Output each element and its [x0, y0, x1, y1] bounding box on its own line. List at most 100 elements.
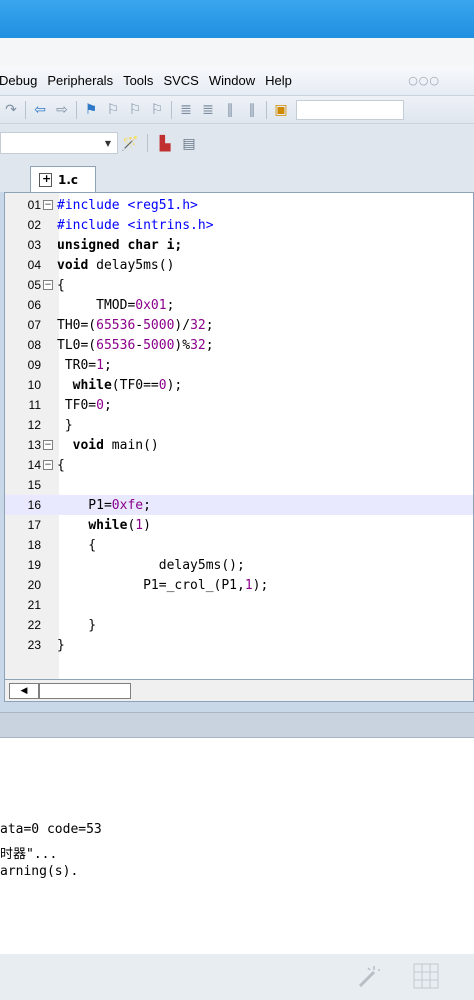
- nav-forward-icon[interactable]: ⇨: [51, 99, 73, 121]
- target-select[interactable]: ▼: [0, 132, 118, 154]
- tab-1c[interactable]: 1.c: [30, 166, 96, 192]
- code-line[interactable]: 08 TL0=(65536-5000)%32;: [5, 335, 473, 355]
- code-editor[interactable]: 01− #include <reg51.h> 02 #include <intrins…: [4, 192, 474, 680]
- find-in-files-icon[interactable]: ▣: [270, 99, 292, 121]
- code-line[interactable]: 09 TR0=1;: [5, 355, 473, 375]
- menu-svcs[interactable]: SVCS: [158, 73, 203, 88]
- line-number: 08: [27, 338, 41, 352]
- menu-overflow-icon[interactable]: ○○○: [408, 74, 440, 87]
- line-number: 09: [27, 358, 41, 372]
- line-number: 12: [27, 418, 41, 432]
- code-line[interactable]: 15: [5, 475, 473, 495]
- fold-minus-icon[interactable]: −: [43, 460, 53, 470]
- code-text: {: [57, 457, 65, 473]
- code-line[interactable]: 02 #include <intrins.h>: [5, 215, 473, 235]
- code-text: TL0=(65536-5000)%32;: [57, 337, 214, 353]
- code-line[interactable]: 16 P1=0xfe;: [5, 495, 473, 515]
- code-line[interactable]: 06 TMOD=0x01;: [5, 295, 473, 315]
- bookmark-next-icon[interactable]: ⚐: [124, 99, 146, 121]
- line-number: 21: [27, 598, 41, 612]
- output-line: 时器"...: [0, 847, 58, 862]
- menu-debug[interactable]: Debug: [0, 73, 42, 88]
- c-file-icon: [39, 172, 52, 187]
- editor-tab-bar: 1.c: [0, 162, 474, 192]
- grid-icon[interactable]: [412, 962, 440, 990]
- redo-icon[interactable]: ↷: [0, 99, 22, 121]
- fold-minus-icon[interactable]: −: [43, 440, 53, 450]
- fold-minus-icon[interactable]: −: [43, 200, 53, 210]
- title-band: [0, 38, 474, 66]
- main-toolbar: ↷ ⇦ ⇨ ⚑ ⚐ ⚐ ⚐ ≣ ≣ ∥ ∥ ▣: [0, 96, 474, 124]
- code-line[interactable]: 14−{: [5, 455, 473, 475]
- code-text: {: [57, 537, 97, 553]
- code-line[interactable]: 10 while(TF0==0);: [5, 375, 473, 395]
- code-line[interactable]: 11 TF0=0;: [5, 395, 473, 415]
- code-line[interactable]: 19 delay5ms();: [5, 555, 473, 575]
- code-line[interactable]: 12 }: [5, 415, 473, 435]
- line-number: 01: [27, 198, 41, 212]
- code-text: P1=0xfe;: [57, 497, 151, 513]
- scrollbar-thumb[interactable]: [39, 683, 131, 699]
- code-line[interactable]: 04 void delay5ms(): [5, 255, 473, 275]
- select-packs-icon[interactable]: ▤: [179, 134, 199, 154]
- code-line[interactable]: 13− void main(): [5, 435, 473, 455]
- toolbar-separator: [266, 100, 267, 119]
- code-text: TH0=(65536-5000)/32;: [57, 317, 214, 333]
- code-line[interactable]: 03 unsigned char i;: [5, 235, 473, 255]
- scroll-left-icon[interactable]: ◀: [9, 683, 39, 699]
- code-line[interactable]: 21: [5, 595, 473, 615]
- line-number: 02: [27, 218, 41, 232]
- code-text: void main(): [72, 437, 159, 453]
- code-text: while(1): [88, 517, 151, 533]
- code-text: {: [57, 277, 65, 293]
- bookmark-prev-icon[interactable]: ⚐: [102, 99, 124, 121]
- code-line[interactable]: 23}: [5, 635, 473, 655]
- options-wand-icon[interactable]: 🪄: [120, 134, 140, 154]
- menu-peripherals[interactable]: Peripherals: [42, 73, 118, 88]
- output-line: ata=0 code=53: [0, 822, 102, 837]
- bookmark-icon[interactable]: ⚑: [80, 99, 102, 121]
- toolbar-separator: [76, 100, 77, 119]
- toolbar-separator: [147, 134, 148, 152]
- code-text: #include <reg51.h>: [57, 197, 198, 213]
- line-number: 04: [27, 258, 41, 272]
- code-line[interactable]: 01− #include <reg51.h>: [5, 195, 473, 215]
- code-line[interactable]: 05−{: [5, 275, 473, 295]
- comment-icon[interactable]: ∥: [219, 99, 241, 121]
- line-number: 15: [27, 478, 41, 492]
- chevron-down-icon[interactable]: ▼: [101, 135, 115, 151]
- code-line[interactable]: 18 {: [5, 535, 473, 555]
- magic-wand-icon[interactable]: [354, 962, 382, 990]
- line-number: 03: [27, 238, 41, 252]
- bookmark-clear-icon[interactable]: ⚐: [146, 99, 168, 121]
- menu-help[interactable]: Help: [260, 73, 297, 88]
- line-number: 16: [27, 498, 41, 512]
- code-line[interactable]: 07 TH0=(65536-5000)/32;: [5, 315, 473, 335]
- line-number: 11: [28, 398, 41, 412]
- find-input[interactable]: [296, 99, 404, 120]
- pane-splitter[interactable]: [0, 712, 474, 738]
- nav-back-icon[interactable]: ⇦: [29, 99, 51, 121]
- manage-components-icon[interactable]: ▙: [155, 134, 175, 154]
- menu-window[interactable]: Window: [204, 73, 260, 88]
- line-number: 20: [27, 578, 41, 592]
- fold-minus-icon[interactable]: −: [43, 280, 53, 290]
- code-line[interactable]: 22 }: [5, 615, 473, 635]
- indent-icon[interactable]: ≣: [175, 99, 197, 121]
- code-text: P1=_crol_(P1,1);: [57, 577, 269, 593]
- build-output-panel: ata=0 code=53 时器"... arning(s).: [0, 738, 474, 954]
- code-text: TR0=1;: [57, 357, 112, 373]
- line-number: 13: [27, 438, 41, 452]
- line-number: 05: [27, 278, 41, 292]
- menu-bar: Debug Peripherals Tools SVCS Window Help…: [0, 66, 474, 96]
- line-number: 18: [27, 538, 41, 552]
- window-title-strip: [0, 0, 474, 38]
- unindent-icon[interactable]: ≣: [197, 99, 219, 121]
- menu-tools[interactable]: Tools: [118, 73, 158, 88]
- horizontal-scrollbar[interactable]: ◀: [4, 680, 474, 702]
- uncomment-icon[interactable]: ∥: [241, 99, 263, 121]
- status-bar: [0, 954, 474, 1000]
- code-line[interactable]: 17 while(1): [5, 515, 473, 535]
- code-text: delay5ms();: [57, 557, 245, 573]
- code-line[interactable]: 20 P1=_crol_(P1,1);: [5, 575, 473, 595]
